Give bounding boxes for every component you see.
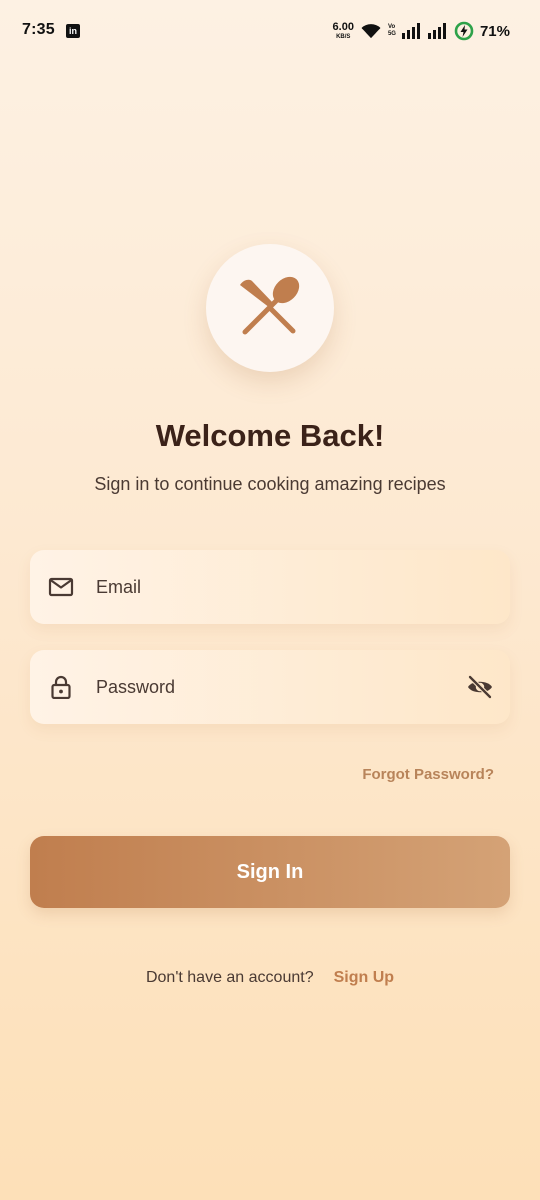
network-speed-unit: KB/S [336,34,351,40]
battery-percent: 71% [479,22,510,40]
signal-icon [401,23,420,39]
volte-indicator: Vo 5G [388,24,396,38]
app-logo [206,244,334,372]
cutlery-icon [240,276,300,335]
lock-icon [51,675,71,699]
network-speed-value: 6.00 [332,21,354,33]
mail-icon [48,577,74,597]
password-field[interactable] [30,650,510,724]
signal-icon [427,23,446,39]
status-time: 7:35 [22,21,55,38]
forgot-password-link[interactable]: Forgot Password? [362,766,494,783]
signup-question: Don't have an account? [145,969,314,986]
eye-off-icon[interactable] [466,674,494,700]
status-bar: 7:35 in 6.00 KB/S Vo 5G 71% [0,0,540,62]
email-field[interactable] [30,550,510,624]
network-speed: 6.00 KB/S [332,21,354,41]
signup-prompt: Don't have an account? Sign Up [0,969,540,987]
sign-up-link[interactable]: Sign Up [334,969,394,987]
network-type-label: 5G [387,31,396,37]
page-title: Welcome Back! [155,418,385,453]
battery-charging-icon [454,21,474,41]
sign-in-button[interactable]: Sign In [30,836,510,908]
wifi-icon [361,24,381,38]
email-input[interactable] [96,550,456,624]
status-indicators: 6.00 KB/S Vo 5G 71% [333,20,510,42]
password-input[interactable] [96,650,456,724]
linkedin-icon: in [66,24,80,38]
volte-label: Vo [387,24,396,30]
page-subtitle: Sign in to continue cooking amazing reci… [94,474,446,494]
